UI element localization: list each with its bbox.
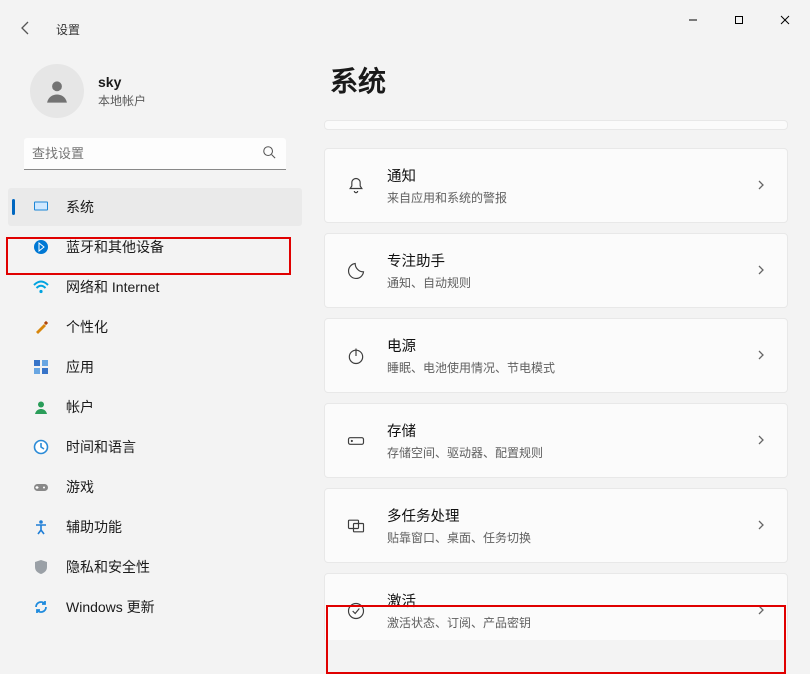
nav-label: 网络和 Internet: [66, 277, 159, 297]
maximize-button[interactable]: [716, 5, 762, 35]
avatar: [30, 64, 84, 118]
time-icon: [32, 438, 50, 456]
back-button[interactable]: [18, 20, 34, 39]
nav-label: 帐户: [66, 397, 94, 417]
nav-item-update[interactable]: Windows 更新: [8, 588, 302, 626]
nav-item-network[interactable]: 网络和 Internet: [8, 268, 302, 306]
power-icon: [345, 346, 367, 366]
card-notify[interactable]: 通知 来自应用和系统的警报: [324, 148, 788, 223]
search-input[interactable]: [32, 146, 278, 161]
apps-icon: [32, 358, 50, 376]
nav-label: 系统: [66, 197, 94, 217]
gaming-icon: [32, 478, 50, 496]
nav-label: 时间和语言: [66, 437, 136, 457]
titlebar: 设置: [0, 0, 810, 40]
card-multitask[interactable]: 多任务处理 贴靠窗口、桌面、任务切换: [324, 488, 788, 563]
page-title: 系统: [330, 60, 792, 100]
bluetooth-icon: [32, 238, 50, 256]
nav-list: 系统 蓝牙和其他设备 网络和 Internet 个性化 应用 帐户 时间和语言 …: [0, 188, 310, 626]
nav-item-system[interactable]: 系统: [8, 188, 302, 226]
card-title: 电源: [387, 335, 735, 356]
card-power[interactable]: 电源 睡眠、电池使用情况、节电模式: [324, 318, 788, 393]
nav-label: 辅助功能: [66, 517, 122, 537]
search-box[interactable]: [24, 138, 286, 170]
profile-sub: 本地帐户: [98, 92, 146, 109]
nav-label: 隐私和安全性: [66, 557, 150, 577]
card-title: 多任务处理: [387, 505, 735, 526]
nav-item-personalize[interactable]: 个性化: [8, 308, 302, 346]
main-panel: 系统 通知 来自应用和系统的警报 专注助手 通知、自动规则 电源 睡眠、电池使用…: [310, 40, 810, 640]
focus-icon: [345, 261, 367, 281]
access-icon: [32, 518, 50, 536]
card-title: 专注助手: [387, 250, 735, 271]
nav-item-accounts[interactable]: 帐户: [8, 388, 302, 426]
nav-label: 个性化: [66, 317, 108, 337]
nav-label: 蓝牙和其他设备: [66, 237, 164, 257]
card-subtitle: 通知、自动规则: [387, 274, 735, 291]
card-stub-top: [324, 120, 788, 130]
nav-item-access[interactable]: 辅助功能: [8, 508, 302, 546]
nav-label: 应用: [66, 357, 94, 377]
chevron-right-icon: [755, 518, 767, 534]
update-icon: [32, 598, 50, 616]
nav-item-time[interactable]: 时间和语言: [8, 428, 302, 466]
card-title: 激活: [387, 590, 735, 611]
nav-item-apps[interactable]: 应用: [8, 348, 302, 386]
close-button[interactable]: [762, 5, 808, 35]
card-subtitle: 来自应用和系统的警报: [387, 189, 735, 206]
chevron-right-icon: [755, 348, 767, 364]
card-subtitle: 贴靠窗口、桌面、任务切换: [387, 529, 735, 546]
nav-label: Windows 更新: [66, 597, 155, 617]
card-title: 通知: [387, 165, 735, 186]
window-title: 设置: [56, 21, 80, 38]
nav-item-gaming[interactable]: 游戏: [8, 468, 302, 506]
minimize-button[interactable]: [670, 5, 716, 35]
nav-label: 游戏: [66, 477, 94, 497]
sidebar: sky 本地帐户 系统 蓝牙和其他设备 网络和 Internet 个性化 应用 …: [0, 40, 310, 640]
card-title: 存储: [387, 420, 735, 441]
card-subtitle: 激活状态、订阅、产品密钥: [387, 614, 735, 631]
system-icon: [32, 198, 50, 216]
network-icon: [32, 278, 50, 296]
card-subtitle: 睡眠、电池使用情况、节电模式: [387, 359, 735, 376]
chevron-right-icon: [755, 263, 767, 279]
chevron-right-icon: [755, 178, 767, 194]
nav-item-bluetooth[interactable]: 蓝牙和其他设备: [8, 228, 302, 266]
card-storage[interactable]: 存储 存储空间、驱动器、配置规则: [324, 403, 788, 478]
personalize-icon: [32, 318, 50, 336]
notify-icon: [345, 176, 367, 196]
storage-icon: [345, 431, 367, 451]
privacy-icon: [32, 558, 50, 576]
chevron-right-icon: [755, 603, 767, 619]
chevron-right-icon: [755, 433, 767, 449]
profile-block[interactable]: sky 本地帐户: [0, 52, 310, 138]
activate-icon: [345, 601, 367, 621]
card-focus[interactable]: 专注助手 通知、自动规则: [324, 233, 788, 308]
multitask-icon: [345, 516, 367, 536]
nav-item-privacy[interactable]: 隐私和安全性: [8, 548, 302, 586]
card-subtitle: 存储空间、驱动器、配置规则: [387, 444, 735, 461]
profile-name: sky: [98, 74, 146, 90]
accounts-icon: [32, 398, 50, 416]
card-activate[interactable]: 激活 激活状态、订阅、产品密钥: [324, 573, 788, 640]
search-icon: [262, 145, 276, 162]
